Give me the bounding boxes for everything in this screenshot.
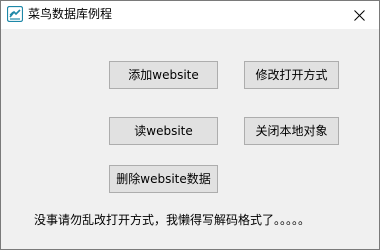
read-website-button[interactable]: 读website [109, 117, 218, 145]
change-open-mode-button[interactable]: 修改打开方式 [244, 61, 339, 89]
title-bar[interactable]: 菜鸟数据库例程 [1, 1, 379, 29]
status-message: 没事请勿乱改打开方式，我懒得写解码格式了。。。。。 [34, 213, 311, 227]
window-title: 菜鸟数据库例程 [28, 7, 113, 21]
add-website-button[interactable]: 添加website [109, 61, 218, 89]
app-window: 菜鸟数据库例程 添加website 修改打开方式 读website 关闭本地对象… [0, 0, 380, 250]
client-area: 添加website 修改打开方式 读website 关闭本地对象 删除websi… [1, 29, 379, 249]
close-button[interactable] [339, 1, 379, 29]
close-icon [353, 6, 365, 25]
delete-website-data-button[interactable]: 删除website数据 [109, 165, 218, 193]
app-icon [6, 5, 24, 23]
close-local-object-button[interactable]: 关闭本地对象 [244, 117, 339, 145]
